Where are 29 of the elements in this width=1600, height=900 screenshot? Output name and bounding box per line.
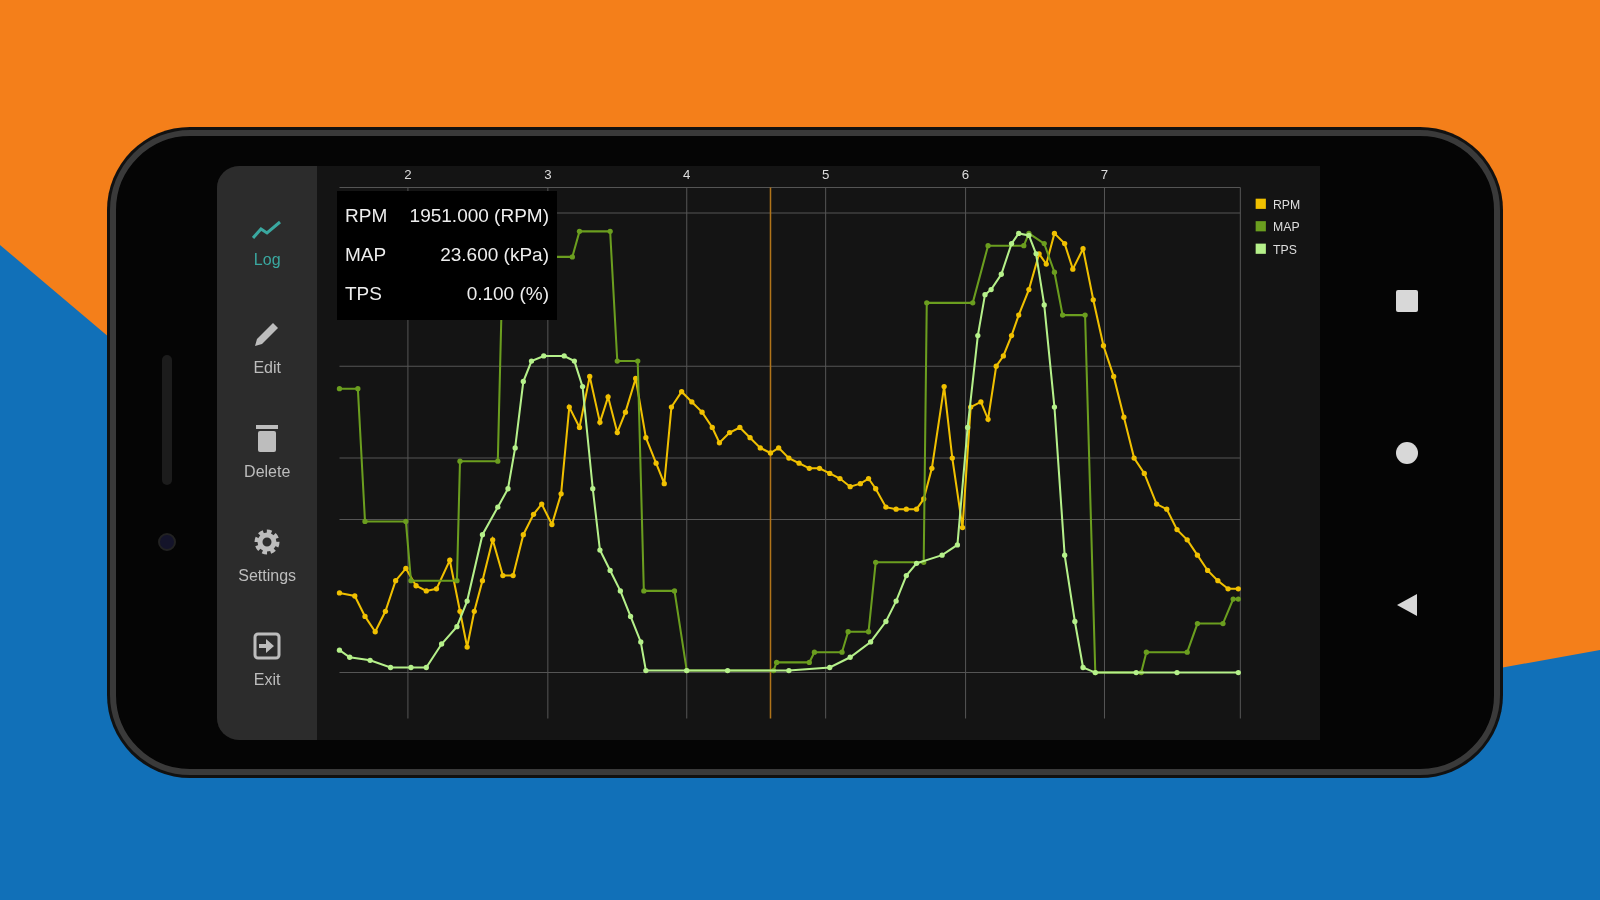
tooltip-value: 23.600 (kPa)	[439, 243, 549, 268]
camera-icon	[157, 532, 176, 551]
sidebar-item[interactable]: Settings	[217, 506, 317, 610]
legend-label: MAP	[1273, 220, 1300, 235]
axis-label: 7	[1100, 167, 1109, 183]
back-button-icon[interactable]	[1397, 593, 1417, 616]
tooltip-label: MAP	[345, 243, 388, 268]
trash-icon	[256, 424, 279, 452]
tooltip-value: 0.100 (%)	[465, 282, 549, 307]
axis-label: 5	[821, 167, 830, 183]
tooltip-label: RPM	[345, 204, 389, 229]
speaker-slot-icon	[161, 354, 172, 485]
settings-icon	[253, 528, 282, 556]
axis-label: 6	[961, 167, 970, 183]
sidebar-item[interactable]: Edit	[217, 298, 317, 402]
line-chart-icon	[252, 220, 283, 240]
sidebar-item[interactable]: Delete	[217, 402, 317, 506]
sidebar-item[interactable]: Exit	[217, 610, 317, 714]
exit-icon	[253, 632, 282, 660]
tooltip-label: TPS	[345, 282, 383, 307]
legend-label: RPM	[1273, 197, 1301, 212]
tooltip-value: 1951.000 (RPM)	[409, 204, 549, 229]
legend-label: TPS	[1273, 242, 1297, 257]
home-button-icon[interactable]	[1396, 441, 1418, 464]
sidebar-item[interactable]: Log	[217, 194, 317, 298]
axis-label: 2	[404, 167, 412, 183]
axis-label: 4	[683, 167, 691, 183]
square-button-icon[interactable]	[1396, 289, 1418, 312]
axis-label: 3	[544, 167, 552, 183]
